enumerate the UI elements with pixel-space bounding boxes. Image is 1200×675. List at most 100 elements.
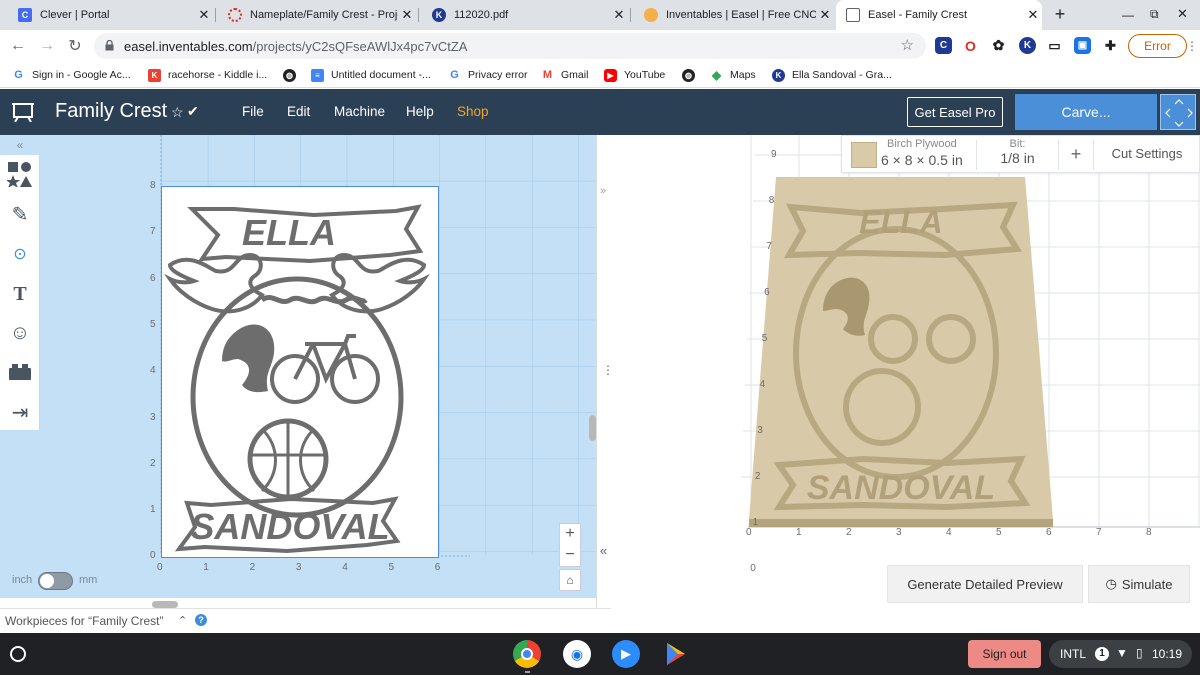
material-selector[interactable]: Birch Plywood 6 × 8 × 0.5 in: [842, 136, 976, 174]
x-tick-label: 6: [434, 562, 441, 573]
y-tick-label: 3: [757, 425, 763, 436]
bottom-name-text[interactable]: SANDOVAL: [190, 506, 389, 547]
window-close-icon[interactable]: ✕: [1177, 6, 1188, 22]
bookmark-item[interactable]: ≡ Untitled document -...: [311, 67, 431, 83]
vertical-scrollbar[interactable]: [589, 415, 596, 441]
sign-out-button[interactable]: Sign out: [968, 640, 1041, 668]
get-easel-pro-button[interactable]: Get Easel Pro: [907, 97, 1003, 127]
forward-icon[interactable]: →: [35, 34, 59, 58]
docs-icon: ≡: [311, 68, 324, 82]
horizontal-scrollbar[interactable]: [152, 601, 178, 608]
menu-dots-icon[interactable]: ⋮: [1186, 39, 1198, 53]
menu-help[interactable]: Help: [406, 104, 434, 119]
shapes-icon[interactable]: [0, 155, 40, 193]
reload-icon[interactable]: ↻: [63, 34, 87, 58]
emoji-icon[interactable]: ☺: [0, 314, 40, 352]
bookmark-item[interactable]: ◍: [682, 67, 702, 83]
clever-ext-icon[interactable]: C: [935, 37, 952, 54]
import-icon[interactable]: ⇥: [0, 393, 40, 431]
zoom-app-icon[interactable]: ▶: [612, 640, 640, 668]
screencastify-icon[interactable]: ▣: [1074, 37, 1091, 54]
tab-pdf[interactable]: K 112020.pdf ✕: [422, 0, 628, 30]
bookmark-item[interactable]: ▶ YouTube: [604, 67, 665, 83]
close-icon[interactable]: ✕: [1024, 7, 1042, 23]
zoom-controls: + −: [559, 523, 581, 567]
close-icon[interactable]: ✕: [816, 7, 834, 23]
tab-inventables[interactable]: Inventables | Easel | Free CNC S ✕: [634, 0, 834, 30]
globe-icon: ◍: [283, 68, 296, 82]
zoom-out-icon[interactable]: −: [560, 546, 580, 566]
chrome-icon[interactable]: [513, 640, 541, 668]
project-title[interactable]: Family Crest: [55, 100, 167, 123]
menu-machine[interactable]: Machine: [334, 104, 385, 119]
new-tab-button[interactable]: +: [1050, 4, 1070, 24]
restore-icon[interactable]: ⧉: [1150, 7, 1159, 22]
opera-ext-icon[interactable]: O: [962, 37, 979, 54]
x-tick-label: 1: [203, 562, 209, 573]
design-canvas-area[interactable]: « ELLA SANDOVAL 8 7 6 5 4 3 2 1 0 0 1 2 …: [0, 135, 600, 608]
x-tick-label: 0: [746, 527, 752, 538]
unit-toggle[interactable]: [38, 572, 73, 590]
generate-preview-button[interactable]: Generate Detailed Preview: [887, 565, 1083, 603]
bookmark-item[interactable]: ◍: [283, 67, 303, 83]
bookmark-item[interactable]: G Privacy error: [448, 67, 527, 83]
help-icon[interactable]: ?: [195, 614, 207, 626]
menu-file[interactable]: File: [242, 104, 264, 119]
camera-icon[interactable]: ◉: [563, 640, 591, 668]
expand-left-icon[interactable]: «: [600, 543, 607, 558]
bookmark-item[interactable]: K Ella Sandoval - Gra...: [772, 67, 892, 83]
carve-button[interactable]: Carve...: [1015, 94, 1157, 130]
menu-shop[interactable]: Shop: [457, 104, 489, 119]
x-tick-label: 2: [846, 527, 852, 538]
workpieces-label: Workpieces for “Family Crest”: [5, 614, 164, 628]
profile-error-button[interactable]: Error: [1128, 34, 1187, 58]
play-store-icon[interactable]: [661, 640, 689, 668]
pen-icon[interactable]: ✎: [0, 195, 40, 233]
top-name-text[interactable]: ELLA: [242, 212, 336, 253]
apps-blocks-icon[interactable]: [0, 353, 40, 391]
bookmark-item[interactable]: Kracehorse - Kiddle i...: [148, 67, 267, 83]
minimize-icon[interactable]: —: [1122, 8, 1134, 22]
tab-clever[interactable]: C Clever | Portal ✕: [8, 0, 213, 30]
bookmarks-bar: G Sign in - Google Ac... Kracehorse - Kid…: [0, 62, 1200, 88]
close-icon[interactable]: ✕: [195, 7, 213, 23]
simulate-button[interactable]: ◷ Simulate: [1088, 565, 1190, 603]
address-bar[interactable]: easel.inventables.com/projects/yC2sQFseA…: [94, 33, 926, 59]
extension-gear-icon[interactable]: ✿: [990, 37, 1007, 54]
cut-settings-button[interactable]: Cut Settings: [1094, 146, 1200, 161]
cast-icon[interactable]: ▭: [1046, 37, 1063, 54]
puzzle-icon[interactable]: ✚: [1102, 37, 1119, 54]
bookmark-item[interactable]: M Gmail: [541, 67, 589, 83]
crest-design[interactable]: ELLA SANDOVAL: [162, 187, 440, 559]
bookmark-item[interactable]: G Sign in - Google Ac...: [12, 67, 130, 83]
target-point-icon[interactable]: ⊙: [0, 235, 40, 273]
zoom-in-icon[interactable]: +: [560, 524, 580, 546]
panel-splitter[interactable]: » ⋮ «: [596, 135, 614, 608]
kami-ext-icon[interactable]: K: [1019, 37, 1036, 54]
home-icon[interactable]: ⌂: [559, 569, 581, 591]
bit-selector[interactable]: Bit: 1/8 in: [977, 136, 1058, 174]
workpieces-bar[interactable]: Workpieces for “Family Crest” ⌃ ?: [0, 608, 611, 633]
menu-edit[interactable]: Edit: [287, 104, 310, 119]
bookmark-item[interactable]: ◆ Maps: [710, 67, 756, 83]
tab-nameplate[interactable]: Nameplate/Family Crest - Proje ✕: [218, 0, 416, 30]
status-tray[interactable]: INTL 1 ▼ ▯ 10:19: [1049, 640, 1192, 668]
tab-easel-active[interactable]: Easel - Family Crest ✕: [836, 0, 1042, 30]
add-bit-button[interactable]: +: [1059, 136, 1093, 174]
bookmark-label: Gmail: [561, 69, 589, 81]
workpiece-board[interactable]: ELLA SANDOVAL: [161, 186, 439, 558]
launcher-icon[interactable]: [10, 646, 26, 662]
close-icon[interactable]: ✕: [610, 7, 628, 23]
expand-right-icon[interactable]: »: [600, 185, 606, 197]
star-icon[interactable]: ☆: [901, 36, 914, 54]
bookmark-label: Untitled document -...: [331, 69, 431, 81]
text-tool-icon[interactable]: T: [0, 275, 40, 313]
favorite-star-icon[interactable]: ☆: [171, 104, 184, 121]
jog-controls-button[interactable]: [1160, 94, 1196, 130]
saved-check-icon: ✔: [187, 103, 199, 119]
chevron-up-icon[interactable]: ⌃: [178, 614, 187, 627]
easel-logo-icon[interactable]: [12, 102, 34, 123]
collapse-toolbar-icon[interactable]: «: [0, 135, 40, 155]
close-icon[interactable]: ✕: [398, 7, 416, 23]
back-icon[interactable]: ←: [6, 34, 30, 58]
